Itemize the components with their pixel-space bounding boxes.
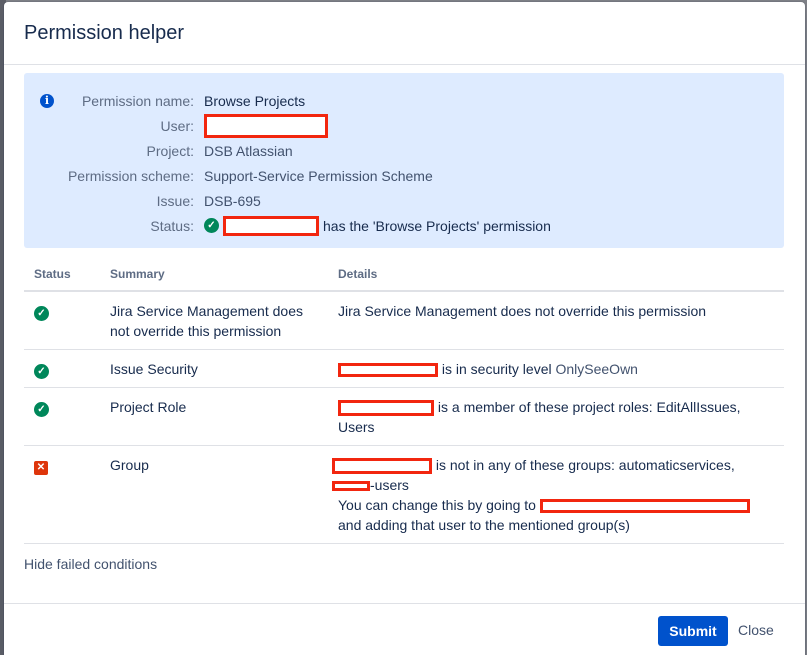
info-value (204, 113, 328, 138)
info-row-issue: Issue: DSB-695 (24, 188, 551, 213)
table-row: ✓ Jira Service Management does not overr… (24, 291, 784, 350)
table-row: ✓ Project Role is a member of these proj… (24, 387, 784, 446)
column-header-summary: Summary (100, 260, 328, 292)
project-link[interactable]: DSB Atlassian (204, 143, 293, 159)
info-label: Issue: (156, 192, 194, 209)
column-header-details: Details (328, 260, 784, 292)
summary-cell: Jira Service Management does not overrid… (100, 291, 328, 350)
column-header-status: Status (24, 260, 100, 292)
details-cell: is in security level OnlySeeOwn (328, 349, 784, 388)
summary-cell: Issue Security (100, 349, 328, 388)
status-cell: ✓ (24, 387, 100, 446)
details-cell: is a member of these project roles: Edit… (328, 387, 784, 446)
info-row-status: Status: ✓ has the 'Browse Projects' perm… (24, 213, 551, 238)
hide-failed-conditions-link[interactable]: Hide failed conditions (24, 556, 157, 572)
check-circle-icon: ✓ (34, 402, 49, 417)
status-cell: ✕ (24, 445, 100, 544)
info-label: Status: (150, 217, 194, 234)
dialog-title: Permission helper (24, 21, 185, 44)
info-row-user: User: (24, 113, 551, 138)
info-value: Browse Projects (204, 92, 306, 109)
status-cell: ✓ (24, 349, 100, 388)
table-row: ✕ Group is not in any of these groups: a… (24, 445, 784, 544)
dialog-header: Permission helper (4, 2, 805, 65)
check-circle-icon: ✓ (204, 218, 219, 233)
close-link[interactable]: Close (738, 622, 774, 638)
issue-link[interactable]: DSB-695 (204, 193, 261, 209)
info-row-permission-name: Permission name: Browse Projects (24, 88, 551, 113)
details-text-line4: and adding that user to the mentioned gr… (338, 517, 630, 533)
redacted-group (332, 481, 370, 492)
permission-helper-dialog: Permission helper i Permission name: Bro… (4, 2, 805, 655)
summary-cell: Project Role (100, 387, 328, 446)
redacted-link (539, 499, 750, 514)
status-value: ✓ has the 'Browse Projects' permission (204, 215, 551, 236)
details-text-line3: You can change this by going to (338, 497, 536, 513)
details-text: is in security level (441, 361, 552, 377)
security-level-link[interactable]: OnlySeeOwn (555, 361, 637, 377)
permission-info-panel: i Permission name: Browse Projects User:… (24, 73, 784, 248)
table-row: ✓ Issue Security is in security level On… (24, 349, 784, 388)
info-label: User: (160, 117, 194, 134)
status-text: has the 'Browse Projects' permission (323, 217, 551, 234)
info-label: Permission name: (81, 92, 194, 109)
status-cell: ✓ (24, 291, 100, 350)
details-text: is not in any of these groups: automatic… (435, 457, 735, 473)
redacted-user (332, 458, 432, 475)
redacted-user (338, 363, 438, 378)
redacted-user (338, 400, 434, 417)
permission-scheme-link[interactable]: Support-Service Permission Scheme (204, 168, 433, 184)
check-circle-icon: ✓ (34, 364, 49, 379)
dialog-footer: Submit Close (4, 603, 805, 655)
details-text-line2: -users (370, 477, 409, 493)
info-label: Project: (146, 142, 194, 159)
info-row-permission-scheme: Permission scheme: Support-Service Permi… (24, 163, 551, 188)
cross-icon: ✕ (34, 461, 48, 475)
redacted-user (204, 113, 328, 138)
redacted-user (223, 215, 319, 236)
details-cell: is not in any of these groups: automatic… (328, 445, 784, 544)
details-cell: Jira Service Management does not overrid… (328, 291, 784, 350)
check-circle-icon: ✓ (34, 306, 49, 321)
conditions-table: Status Summary Details ✓ Jira Service Ma… (24, 260, 784, 544)
info-label: Permission scheme: (67, 167, 194, 184)
summary-cell: Group (100, 445, 328, 544)
submit-button[interactable]: Submit (658, 616, 728, 646)
info-row-project: Project: DSB Atlassian (24, 138, 551, 163)
table-header-row: Status Summary Details (24, 260, 784, 292)
